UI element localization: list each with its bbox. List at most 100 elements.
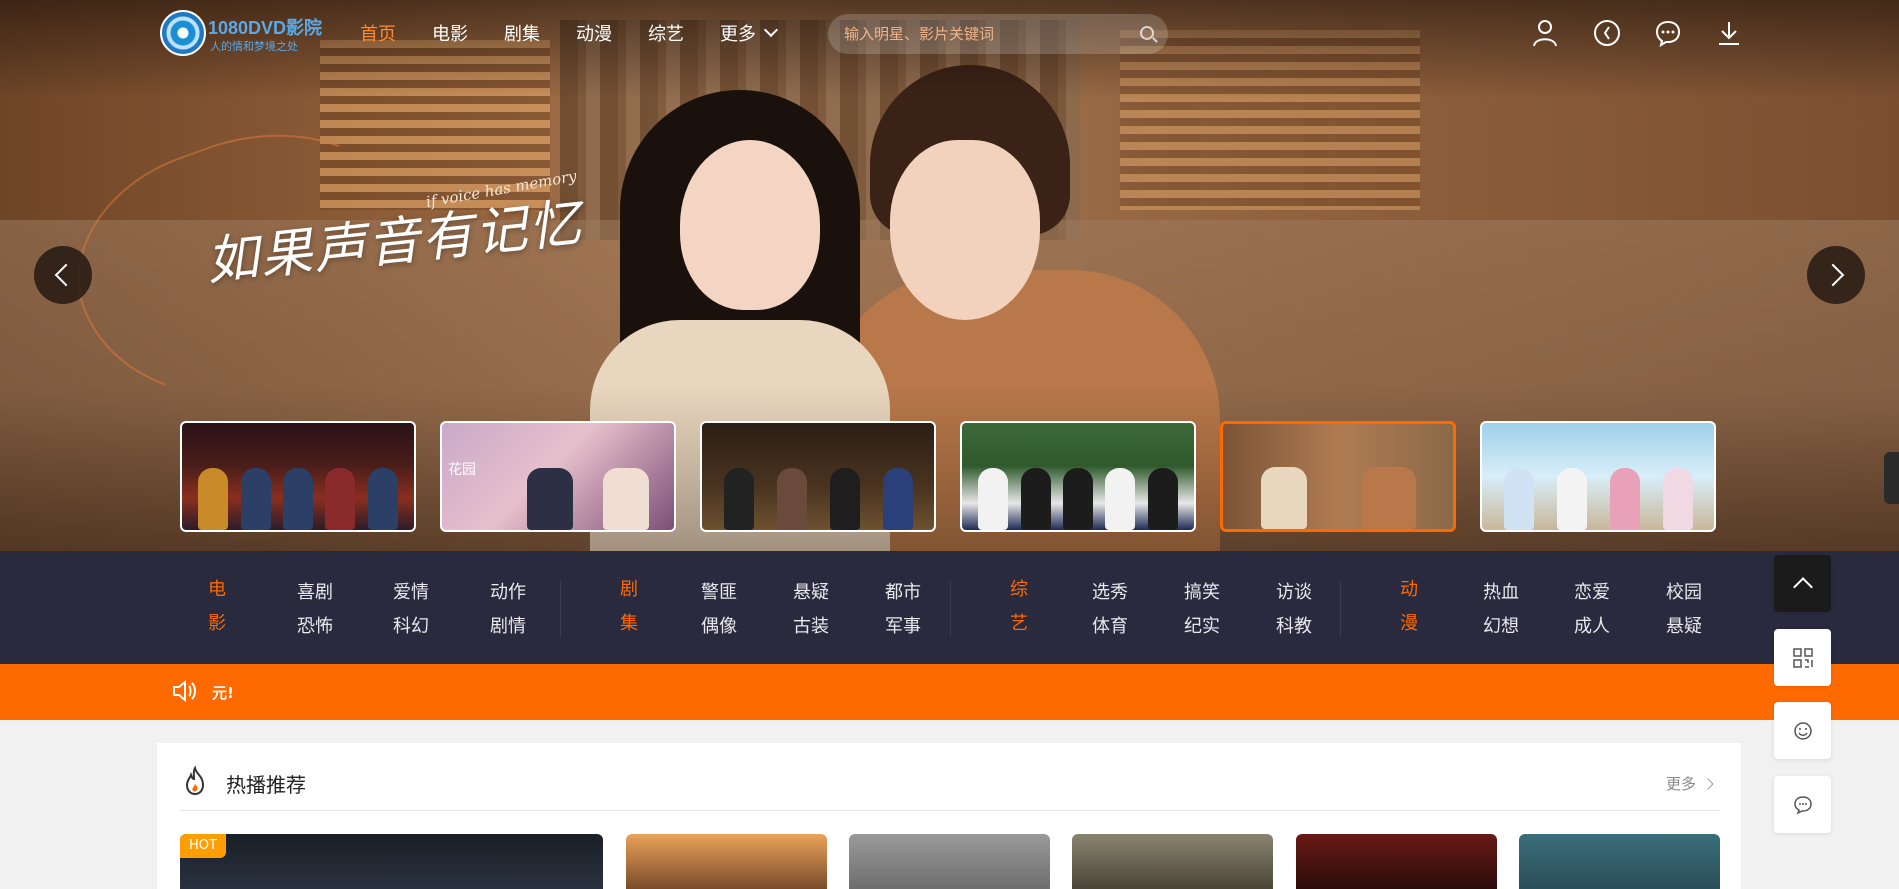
fire-icon: [183, 765, 207, 796]
logo-tagline: 人的情和梦境之处: [210, 40, 298, 53]
download-icon[interactable]: [1714, 18, 1744, 48]
main-nav: 首页 电影 剧集 动漫 综艺 更多: [360, 20, 812, 46]
carousel-prev-button[interactable]: [34, 246, 92, 304]
category-head-variety[interactable]: 综 艺: [1009, 573, 1029, 641]
movie-card[interactable]: [626, 834, 827, 889]
movie-card[interactable]: [1519, 834, 1720, 889]
side-tab[interactable]: [1884, 452, 1899, 504]
category-link[interactable]: 恋爱: [1574, 578, 1610, 604]
site-logo[interactable]: 1080DVD影院 人的情和梦境之处: [160, 10, 330, 58]
category-link[interactable]: 军事: [885, 612, 921, 638]
chevron-up-icon: [1792, 576, 1813, 597]
section-title: 热播推荐: [226, 773, 306, 797]
thumbnail-figures: [452, 460, 664, 530]
back-to-top-button[interactable]: [1774, 555, 1831, 612]
thumbnail-if-voice-has-memory[interactable]: [1220, 421, 1456, 532]
qr-code-button[interactable]: [1774, 629, 1831, 686]
disc-logo-icon: [160, 10, 206, 56]
category-link[interactable]: 喜剧: [297, 578, 333, 604]
category-link[interactable]: 悬疑: [793, 578, 829, 604]
thumbnail-figures: [192, 460, 404, 530]
qr-code-icon: [1792, 647, 1813, 668]
thumbnail-beach-show[interactable]: [1480, 421, 1716, 532]
nav-item-variety[interactable]: 综艺: [648, 20, 684, 46]
category-link[interactable]: 恐怖: [297, 612, 333, 638]
category-link[interactable]: 都市: [885, 578, 921, 604]
thumbnail-stage-singers[interactable]: [700, 421, 936, 532]
category-link[interactable]: 爱情: [393, 578, 429, 604]
section-divider: [180, 810, 1720, 811]
history-icon[interactable]: [1592, 18, 1622, 48]
movie-card[interactable]: [1296, 834, 1497, 889]
chat-button[interactable]: [1774, 776, 1831, 833]
category-link[interactable]: 幻想: [1483, 612, 1519, 638]
chevron-left-icon: [54, 263, 78, 287]
category-link[interactable]: 科教: [1276, 612, 1312, 638]
nav-item-more[interactable]: 更多: [720, 20, 779, 46]
nav-item-anime[interactable]: 动漫: [576, 20, 612, 46]
category-head-char: 漫: [1400, 613, 1418, 634]
chevron-down-icon: [763, 22, 779, 38]
category-divider: [1340, 581, 1341, 637]
category-link[interactable]: 热血: [1483, 578, 1519, 604]
category-link[interactable]: 剧情: [490, 612, 526, 638]
category-head-char: 艺: [1010, 613, 1028, 634]
category-link[interactable]: 悬疑: [1666, 612, 1702, 638]
category-link[interactable]: 偶像: [701, 612, 737, 638]
category-head-char: 电: [208, 579, 226, 600]
logo-name: 1080DVD影院: [208, 18, 323, 38]
smiley-icon: [1793, 721, 1812, 740]
category-head-char: 影: [208, 613, 226, 634]
chat-icon: [1793, 795, 1812, 814]
category-link[interactable]: 选秀: [1092, 578, 1128, 604]
category-link[interactable]: 科幻: [393, 612, 429, 638]
movie-card[interactable]: [180, 834, 603, 889]
category-head-series[interactable]: 剧 集: [619, 573, 639, 641]
speaker-icon: [172, 679, 196, 703]
category-head-char: 动: [1400, 579, 1418, 600]
more-link[interactable]: 更多: [1666, 773, 1714, 794]
category-link[interactable]: 动作: [490, 578, 526, 604]
feedback-button[interactable]: [1774, 702, 1831, 759]
top-header: 1080DVD影院 人的情和梦境之处 首页 电影 剧集 动漫 综艺 更多: [0, 0, 1899, 70]
category-link[interactable]: 搞笑: [1184, 578, 1220, 604]
thumbnail-sports-show[interactable]: [960, 421, 1196, 532]
search-icon[interactable]: [1140, 26, 1154, 40]
thumbnail-figures: [1492, 460, 1704, 530]
category-link[interactable]: 访谈: [1276, 578, 1312, 604]
category-divider: [560, 581, 561, 637]
thumbnail-figures: [972, 460, 1184, 530]
category-link[interactable]: 校园: [1666, 578, 1702, 604]
notice-bar: 元!: [0, 664, 1899, 720]
nav-more-label: 更多: [720, 24, 756, 45]
category-bar: 电 影 喜剧 爱情 动作 恐怖 科幻 剧情 剧 集 警匪 悬疑 都市 偶像 古装…: [0, 551, 1899, 664]
movie-card[interactable]: [1072, 834, 1273, 889]
message-icon[interactable]: [1653, 18, 1683, 48]
user-icon[interactable]: [1530, 18, 1560, 48]
category-divider: [950, 581, 951, 637]
category-link[interactable]: 体育: [1092, 612, 1128, 638]
search-input[interactable]: [844, 14, 1124, 54]
thumbnail-garden-drama[interactable]: 花园: [440, 421, 676, 532]
category-head-movies[interactable]: 电 影: [207, 573, 227, 641]
thumbnail-firefighters[interactable]: [180, 421, 416, 532]
category-link[interactable]: 成人: [1574, 612, 1610, 638]
category-link[interactable]: 古装: [793, 612, 829, 638]
nav-item-series[interactable]: 剧集: [504, 20, 540, 46]
search-box[interactable]: [828, 14, 1168, 54]
more-label: 更多: [1666, 775, 1697, 793]
category-link[interactable]: 纪实: [1184, 612, 1220, 638]
hot-badge: HOT: [180, 834, 226, 858]
category-head-anime[interactable]: 动 漫: [1399, 573, 1419, 641]
thumbnail-figures: [1233, 459, 1443, 529]
nav-item-movies[interactable]: 电影: [432, 20, 468, 46]
movie-card[interactable]: [849, 834, 1050, 889]
category-head-char: 剧: [620, 579, 638, 600]
thumbnail-figures: [712, 460, 924, 530]
notice-text[interactable]: 元!: [212, 682, 234, 703]
category-link[interactable]: 警匪: [701, 578, 737, 604]
chevron-right-icon: [1702, 777, 1714, 790]
nav-item-home[interactable]: 首页: [360, 20, 396, 46]
carousel-thumbnails: 花园: [180, 421, 1716, 532]
carousel-next-button[interactable]: [1807, 246, 1865, 304]
